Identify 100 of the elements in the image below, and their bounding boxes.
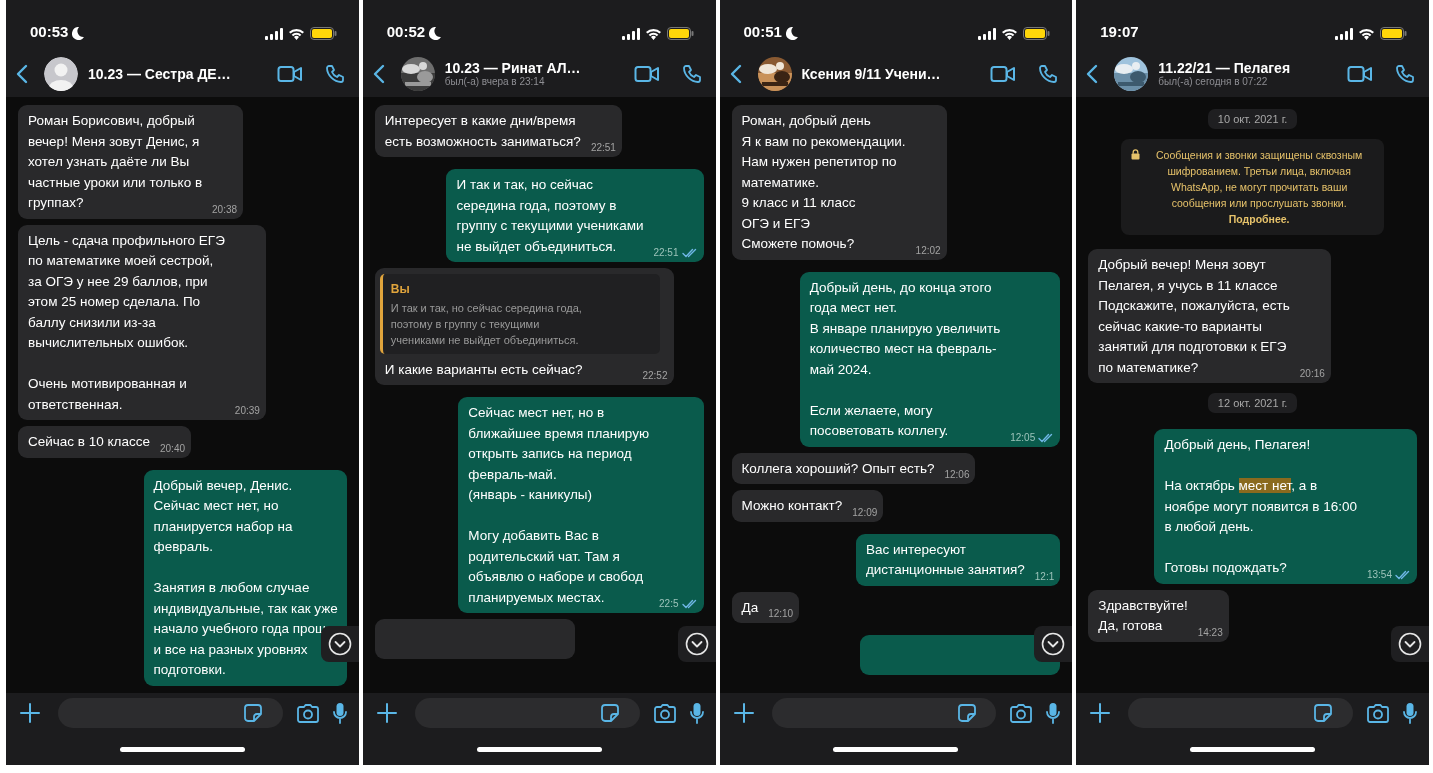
message-text: Роман, добрый день Я к вам по рекомендации. Нам нужен репетитор по математике. 9 класс и 11 класс ОГЭ и ЕГЭ Сможете помочь? xyxy=(741,112,906,253)
message-text: Интересует в какие дни/время есть возможность заниматься? xyxy=(384,112,581,151)
message-time: 12:06 xyxy=(944,469,970,481)
last-seen-text: был(-а) вчера в 23:14 xyxy=(444,76,546,87)
attach-button[interactable] xyxy=(20,703,40,723)
message-text: Да xyxy=(741,598,759,617)
message-text: Здравствуйте! Да, готова xyxy=(1098,596,1188,635)
chevron-down-icon xyxy=(327,632,352,656)
message-time: 12:1 xyxy=(1034,570,1055,583)
voice-call-button[interactable] xyxy=(1395,63,1415,84)
chat-title[interactable]: Ксения 9/11 Учени… xyxy=(801,65,983,82)
message-time: 22:51 xyxy=(590,142,616,154)
chevron-down-icon xyxy=(1041,632,1066,656)
video-call-button[interactable] xyxy=(1347,64,1373,83)
message-time: 12:02 xyxy=(915,244,941,257)
message-text: Добрый вечер! Меня зовут Пелагея, я учусь в 11 классе Подскажите, пожалуйста, есть сейчас какие-то варианты занятий для подготовки к ЕГЭ по математике? xyxy=(1098,256,1290,377)
message-text: Цель - сдача профильного ЕГЭ по математике моей сестрой, за ОГЭ у нее 29 баллов, при этом 25 номер сделала. По баллу снизили из-за вычислительных ошибок. Очень мотивированная и ответственная. xyxy=(28,231,225,414)
attach-button[interactable] xyxy=(1090,703,1111,723)
mic-button[interactable] xyxy=(332,702,347,724)
message-time: 22:52 xyxy=(642,370,668,382)
message-field[interactable] xyxy=(414,698,640,728)
message-field[interactable] xyxy=(58,698,283,728)
message-time: 22:51 xyxy=(653,247,679,259)
message-time: 12:05 xyxy=(1010,431,1036,444)
scroll-down-button[interactable] xyxy=(1391,626,1429,662)
message-text: Вас интересуют дистанционные занятия? xyxy=(865,540,1025,579)
message-text: Добрый день, до конца этого года мест нет. В январе планирую увеличить количество мест на февраль- май 2024. Если желаете, могу посоветовать коллегу. xyxy=(809,278,1001,440)
back-button[interactable] xyxy=(1086,63,1099,84)
chat-title[interactable]: 10.23 — Сестра ДЕ… xyxy=(88,65,269,82)
date-label: 12 окт. 2021 г. xyxy=(1207,393,1298,413)
message-text: Сейчас в 10 классе xyxy=(28,433,150,451)
scroll-down-button[interactable] xyxy=(677,626,716,662)
signal-icon xyxy=(1335,27,1353,40)
battery-icon xyxy=(1023,27,1051,40)
message-field[interactable] xyxy=(771,698,997,728)
avatar-icon[interactable] xyxy=(44,56,78,91)
chevron-down-icon xyxy=(684,632,709,656)
wifi-icon xyxy=(1358,27,1375,40)
message-time: 22:5 xyxy=(659,598,679,610)
sticker-button[interactable] xyxy=(600,704,619,722)
message-time: 20:38 xyxy=(212,203,238,216)
back-button[interactable] xyxy=(372,63,385,84)
message-time: 13:54 xyxy=(1366,568,1392,581)
message-text: И так и так, но сейчас середина года, поэтому в группу с текущими учениками не выйдет объединиться. xyxy=(456,176,644,256)
attach-button[interactable] xyxy=(376,703,397,723)
signal-icon xyxy=(264,27,283,40)
video-call-button[interactable] xyxy=(276,64,303,83)
message-field[interactable] xyxy=(1128,698,1353,728)
mic-button[interactable] xyxy=(1403,702,1417,724)
battery-icon xyxy=(309,27,337,40)
message-text: Сейчас мест нет, но в ближайшее время планирую открыть запись на период февраль-май. (январь - каникулы) Могу добавить Вас в родительский чат. Там я объявлю о наборе и свобод планируемых местах. xyxy=(468,404,650,607)
message-text: Можно контакт? xyxy=(741,497,843,515)
mic-button[interactable] xyxy=(1046,702,1061,724)
signal-icon xyxy=(621,27,640,40)
status-time: 00:53 xyxy=(30,23,69,40)
chevron-down-icon xyxy=(1398,632,1422,656)
message-time: 12:09 xyxy=(852,506,878,519)
lock-icon xyxy=(1131,149,1141,160)
video-call-button[interactable] xyxy=(990,64,1017,83)
quote-text: И так и так, но сейчас середина года, поэтому в группу с текущими учениками не выйдет объединиться. xyxy=(390,300,583,348)
notice-text: Сообщения и звонки защищены сквозным шифрованием. Третьи лица, включая WhatsApp, не могут прочитать ваши сообщения или прослушать звонки. Подробнее. xyxy=(1155,148,1364,227)
sticker-button[interactable] xyxy=(1314,704,1333,722)
battery-icon xyxy=(666,27,694,40)
wifi-icon xyxy=(287,27,305,40)
camera-button[interactable] xyxy=(1010,703,1033,723)
message-time: 12:10 xyxy=(768,608,794,620)
message-time: 20:39 xyxy=(234,405,260,417)
date-label: 10 окт. 2021 г. xyxy=(1207,109,1298,129)
wifi-icon xyxy=(644,27,662,40)
sticker-button[interactable] xyxy=(244,704,262,722)
message-time: 20:16 xyxy=(1299,368,1325,380)
status-time: 19:07 xyxy=(1100,23,1139,40)
mic-button[interactable] xyxy=(689,702,704,724)
message-time: 20:40 xyxy=(160,442,185,455)
chat-title[interactable]: 10.23 — Ринат АЛ… xyxy=(444,60,626,76)
quoted-message[interactable]: Вы И так и так, но сейчас середина года, поэтому в группу с текущими учениками не выйдет объединиться. xyxy=(379,274,660,354)
status-time: 00:51 xyxy=(743,23,782,40)
last-seen-text: был(-а) сегодня в 07:22 xyxy=(1158,76,1269,87)
voice-call-button[interactable] xyxy=(1038,63,1059,84)
voice-call-button[interactable] xyxy=(681,63,702,84)
camera-button[interactable] xyxy=(1367,703,1389,723)
status-time: 00:52 xyxy=(386,23,426,40)
attach-button[interactable] xyxy=(733,703,754,723)
message-text: И какие варианты есть сейчас? xyxy=(384,360,583,379)
back-button[interactable] xyxy=(729,63,742,84)
scroll-down-button[interactable] xyxy=(1034,626,1073,662)
message-text: Коллега хороший? Опыт есть? xyxy=(741,459,935,478)
wifi-icon xyxy=(1001,27,1019,40)
camera-button[interactable] xyxy=(653,703,676,723)
battery-icon xyxy=(1380,27,1407,40)
message-text: Роман Борисович, добрый вечер! Меня зовут Денис, я хотел узнать даёте ли Вы частные уроки или только в группах? xyxy=(28,112,203,212)
signal-icon xyxy=(978,27,997,40)
camera-button[interactable] xyxy=(296,703,319,723)
chat-title[interactable]: 11.22/21 — Пелагея xyxy=(1158,60,1339,76)
voice-call-button[interactable] xyxy=(324,63,345,84)
sticker-button[interactable] xyxy=(957,704,976,722)
back-button[interactable] xyxy=(16,63,28,84)
video-call-button[interactable] xyxy=(633,64,660,83)
message-time: 14:23 xyxy=(1197,626,1223,639)
quote-author: Вы xyxy=(390,281,411,298)
